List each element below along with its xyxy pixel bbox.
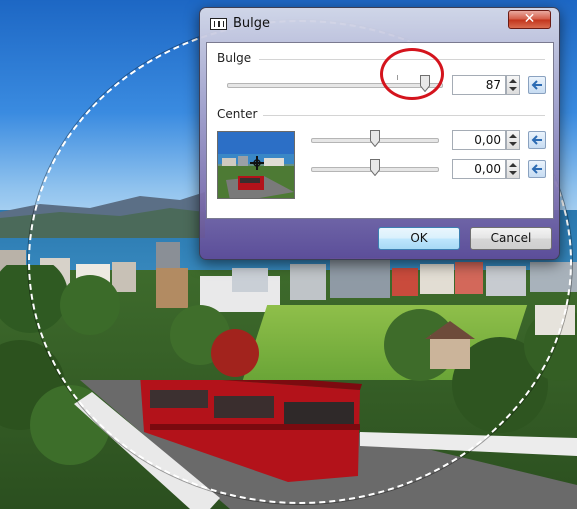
reset-arrow-icon xyxy=(531,80,542,90)
center-x-slider-thumb[interactable] xyxy=(370,130,380,147)
dialog-title: Bulge xyxy=(233,16,271,31)
center-x-input[interactable]: 0,00 xyxy=(452,130,506,150)
bulge-reset-button[interactable] xyxy=(528,76,546,94)
bulge-spin-buttons[interactable] xyxy=(506,75,520,95)
center-separator xyxy=(263,115,545,116)
reset-arrow-icon xyxy=(531,164,542,174)
bulge-value-input[interactable]: 87 xyxy=(452,75,506,95)
center-section-label: Center xyxy=(217,107,258,121)
center-y-input[interactable]: 0,00 xyxy=(452,159,506,179)
spin-up-icon[interactable] xyxy=(509,134,517,138)
bulge-effect-icon xyxy=(210,18,227,30)
bulge-section-label: Bulge xyxy=(217,51,252,65)
reset-arrow-icon xyxy=(531,135,542,145)
center-y-reset-button[interactable] xyxy=(528,160,546,178)
spin-up-icon[interactable] xyxy=(509,163,517,167)
spin-up-icon[interactable] xyxy=(509,79,517,83)
center-y-slider-thumb[interactable] xyxy=(370,159,380,176)
spin-down-icon[interactable] xyxy=(509,87,517,91)
bulge-dialog: Bulge ✕ Bulge 87 Center 0,00 0,00 OK Can… xyxy=(199,7,560,260)
cable-car-track xyxy=(74,380,577,509)
center-preview-thumbnail[interactable] xyxy=(217,131,295,199)
center-x-spin-buttons[interactable] xyxy=(506,130,520,150)
crosshair-icon[interactable] xyxy=(250,156,264,170)
title-bar[interactable]: Bulge ✕ xyxy=(200,8,559,38)
spin-down-icon[interactable] xyxy=(509,171,517,175)
close-icon: ✕ xyxy=(523,11,536,27)
cancel-button[interactable]: Cancel xyxy=(470,227,552,250)
close-button[interactable]: ✕ xyxy=(508,10,551,29)
ok-button[interactable]: OK xyxy=(378,227,460,250)
red-highlight-circle xyxy=(380,48,444,100)
center-x-reset-button[interactable] xyxy=(528,131,546,149)
center-y-spin-buttons[interactable] xyxy=(506,159,520,179)
spin-down-icon[interactable] xyxy=(509,142,517,146)
